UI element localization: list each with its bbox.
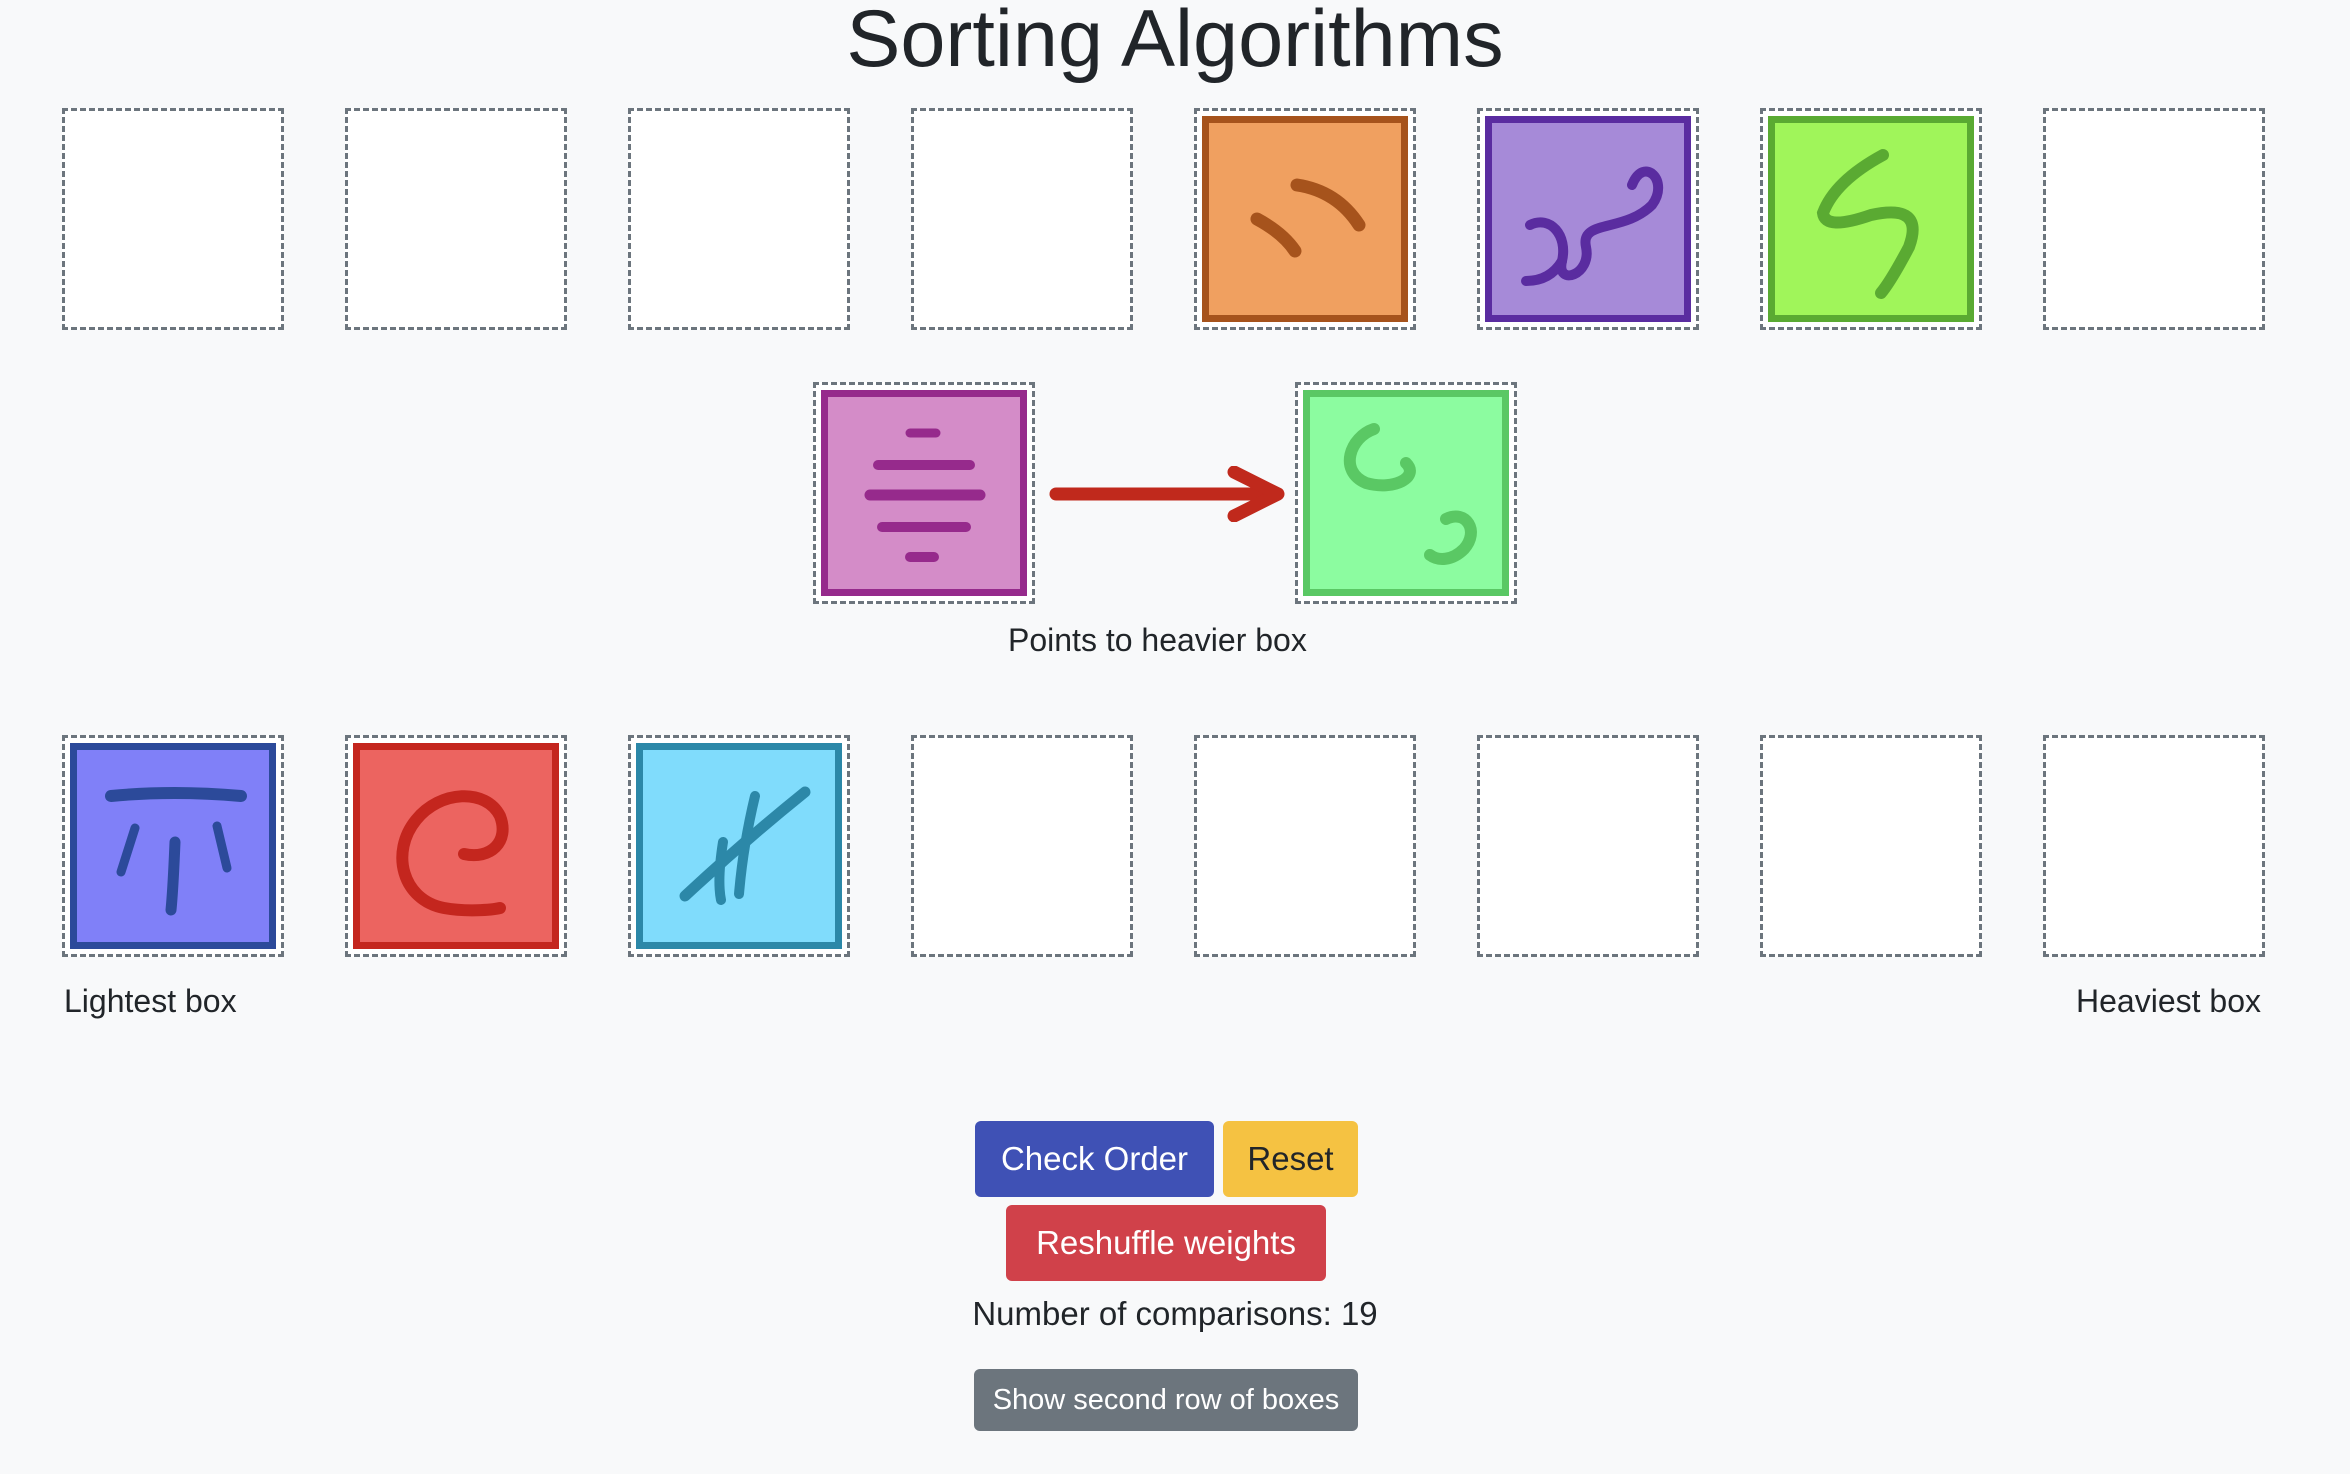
lime-box[interactable]	[1768, 116, 1974, 322]
spiral-c-glyph-icon	[396, 790, 509, 917]
mint-box[interactable]	[1303, 390, 1509, 596]
check-order-button[interactable]: Check Order	[975, 1121, 1214, 1197]
top-slot-7[interactable]	[1760, 108, 1982, 330]
compare-slot-right[interactable]	[1295, 382, 1517, 604]
heavier-arrow-icon	[1049, 466, 1285, 522]
curly-w-glyph-icon	[1521, 166, 1663, 286]
top-slot-8[interactable]	[2043, 108, 2265, 330]
page-title: Sorting Algorithms	[846, 0, 1504, 84]
lightest-label: Lightest box	[64, 983, 237, 1019]
bottom-slot-2[interactable]	[345, 735, 567, 957]
comparison-caption: Points to heavier box	[1008, 622, 1307, 658]
reshuffle-weights-button[interactable]: Reshuffle weights	[1006, 1205, 1326, 1281]
compare-slot-left[interactable]	[813, 382, 1035, 604]
bottom-slot-5[interactable]	[1194, 735, 1416, 957]
comparisons-count: Number of comparisons: 19	[972, 1295, 1378, 1332]
bottom-slot-6[interactable]	[1477, 735, 1699, 957]
top-slot-1[interactable]	[62, 108, 284, 330]
pink-box[interactable]	[821, 390, 1027, 596]
reset-button[interactable]: Reset	[1223, 1121, 1358, 1197]
two-strokes-glyph-icon	[1250, 178, 1366, 258]
heaviest-label: Heaviest box	[2076, 983, 2261, 1019]
red-box[interactable]	[353, 743, 559, 949]
two-hooks-glyph-icon	[1343, 423, 1477, 565]
show-second-row-button[interactable]: Show second row of boxes	[974, 1369, 1358, 1431]
bottom-slot-1[interactable]	[62, 735, 284, 957]
hash-like-glyph-icon	[679, 786, 811, 905]
bottom-slot-7[interactable]	[1760, 735, 1982, 957]
top-slot-4[interactable]	[911, 108, 1133, 330]
bottom-slot-4[interactable]	[911, 735, 1133, 957]
top-slot-3[interactable]	[628, 108, 850, 330]
s-squiggle-glyph-icon	[1816, 149, 1919, 299]
pi-like-glyph-icon	[105, 787, 247, 916]
blue-box[interactable]	[70, 743, 276, 949]
top-slot-6[interactable]	[1477, 108, 1699, 330]
horizontal-lines-glyph-icon	[864, 428, 986, 562]
top-slot-5[interactable]	[1194, 108, 1416, 330]
bottom-slot-8[interactable]	[2043, 735, 2265, 957]
orange-box[interactable]	[1202, 116, 1408, 322]
top-slot-2[interactable]	[345, 108, 567, 330]
purple-box[interactable]	[1485, 116, 1691, 322]
bottom-slot-3[interactable]	[628, 735, 850, 957]
cyan-box[interactable]	[636, 743, 842, 949]
